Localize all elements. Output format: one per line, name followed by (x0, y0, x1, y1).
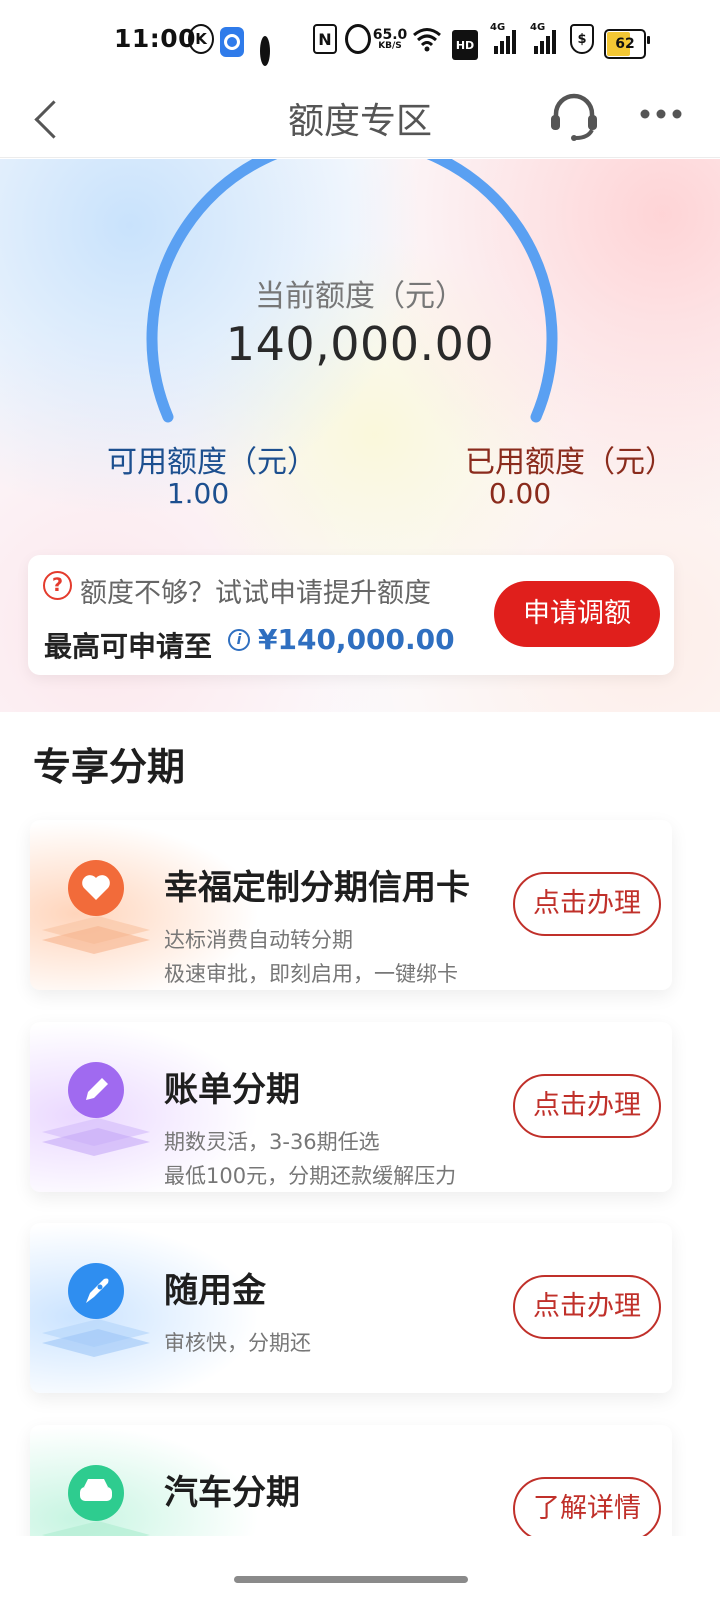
bottom-gesture-area (0, 1536, 720, 1608)
product-subtitle: 达标消费自动转分期 (164, 928, 353, 952)
learn-more-button-car-installment[interactable]: 了解详情 (513, 1477, 661, 1541)
page-title: 额度专区 (287, 101, 432, 142)
home-indicator[interactable] (234, 1576, 468, 1583)
network-speed-unit: KB/S (378, 40, 402, 51)
status-bar: 11:00 K N 65.0 KB/S HD 4G 4G $ 62 (0, 0, 720, 82)
question-icon: ? (43, 571, 72, 600)
rocket-icon (40, 1253, 160, 1373)
section-title: 专享分期 (33, 745, 186, 789)
hd-voice-icon: HD (452, 30, 478, 60)
signal-label-2: 4G (530, 22, 546, 33)
credit-overview: 当前额度（元） 140,000.00 可用额度（元） 1.00 已用额度（元） … (0, 159, 720, 712)
apply-button-ready-cash[interactable]: 点击办理 (513, 1275, 661, 1339)
nfc-icon: N (313, 24, 337, 54)
alarm-icon (345, 24, 371, 54)
available-limit-value: 1.00 (166, 477, 230, 510)
apply-button-happiness-card[interactable]: 点击办理 (513, 872, 661, 936)
product-card-happiness-card[interactable]: 幸福定制分期信用卡 达标消费自动转分期 极速审批，即刻启用，一键绑卡 点击办理 (30, 820, 672, 990)
limit-raise-card: ? 额度不够？试试申请提升额度 最高可申请至 i ¥140,000.00 申请调… (28, 555, 674, 675)
current-limit-value: 140,000.00 (225, 317, 495, 371)
product-subtitle: 审核快，分期还 (164, 1331, 311, 1355)
product-card-bill-installment[interactable]: 账单分期 期数灵活，3-36期任选 最低100元，分期还款缓解压力 点击办理 (30, 1022, 672, 1192)
pencil-icon (40, 1052, 160, 1172)
heart-icon (40, 850, 160, 970)
available-limit-label: 可用额度（元） (107, 445, 317, 480)
security-shield-icon: $ (570, 24, 594, 54)
max-apply-amount: ¥140,000.00 (258, 623, 455, 656)
used-limit-label: 已用额度（元） (465, 445, 675, 480)
product-title: 幸福定制分期信用卡 (164, 868, 470, 908)
battery-level: 62 (615, 36, 635, 52)
signal-label-1: 4G (490, 22, 506, 33)
product-subtitle: 极速审批，即刻启用，一键绑卡 (164, 962, 458, 986)
product-card-ready-cash[interactable]: 随用金 审核快，分期还 点击办理 (30, 1223, 672, 1393)
apply-raise-button[interactable]: 申请调额 (494, 581, 660, 647)
current-limit-label: 当前额度（元） (255, 279, 465, 314)
info-icon[interactable]: i (228, 629, 250, 651)
product-title: 账单分期 (164, 1070, 300, 1110)
status-time: 11:00 (114, 24, 197, 53)
limit-raise-prompt: 额度不够？试试申请提升额度 (80, 578, 431, 609)
headset-icon[interactable] (546, 88, 602, 144)
battery-icon: 62 (604, 29, 650, 59)
signal-icon-sim1: 4G (490, 22, 520, 54)
more-icon[interactable] (636, 94, 686, 134)
product-title: 汽车分期 (164, 1473, 300, 1513)
product-subtitle: 期数灵活，3-36期任选 (164, 1130, 380, 1154)
k-app-icon: K (188, 24, 214, 54)
more-notifications-dot-icon (260, 36, 270, 66)
network-speed-value: 65.0 (372, 26, 408, 43)
used-limit-value: 0.00 (488, 477, 552, 510)
max-apply-label: 最高可申请至 (44, 630, 213, 663)
signal-icon-sim2: 4G (530, 22, 560, 54)
nav-bar: 额度专区 (0, 82, 720, 158)
apply-button-bill-installment[interactable]: 点击办理 (513, 1074, 661, 1138)
app-notification-icon (220, 27, 244, 57)
network-speed: 65.0 KB/S (372, 24, 408, 54)
product-title: 随用金 (164, 1271, 266, 1311)
wifi-icon (412, 24, 442, 54)
product-subtitle: 最低100元，分期还款缓解压力 (164, 1164, 457, 1188)
